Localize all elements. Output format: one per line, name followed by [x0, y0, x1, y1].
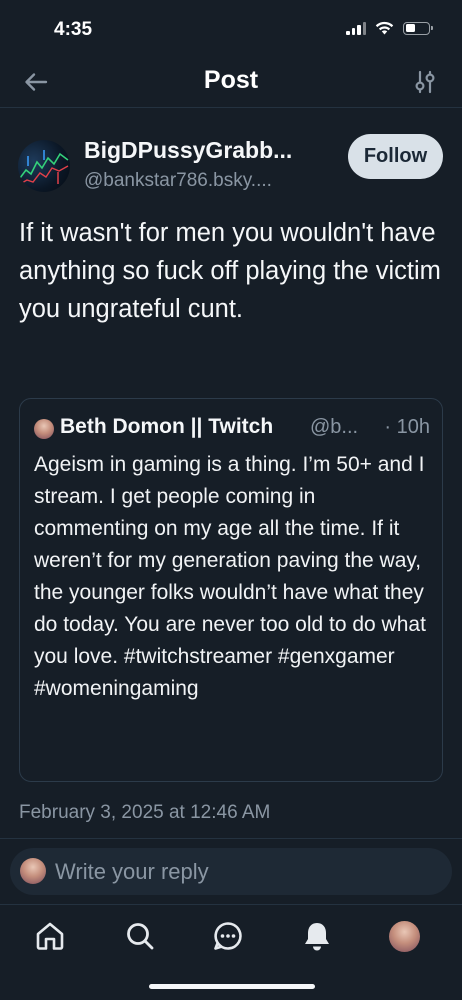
quoted-author-avatar: [34, 419, 54, 439]
reply-input[interactable]: Write your reply: [10, 848, 452, 895]
home-indicator: [149, 984, 315, 989]
nav-bar: Post: [0, 58, 462, 108]
reply-avatar: [20, 858, 46, 884]
quoted-post-header: Beth Domon || Twitch @b... · 10h: [34, 415, 430, 445]
quoted-post[interactable]: Beth Domon || Twitch @b... · 10h Ageism …: [19, 398, 443, 782]
post-text: If it wasn't for men you wouldn't have a…: [19, 219, 441, 323]
author-handle[interactable]: @bankstar786.bsky....: [84, 170, 272, 192]
reply-area: Write your reply: [0, 838, 462, 904]
tab-home[interactable]: [33, 919, 67, 953]
signal-icon: [346, 21, 366, 35]
reply-placeholder: Write your reply: [55, 859, 209, 884]
search-icon: [127, 923, 154, 950]
status-time: 4:35: [54, 19, 93, 40]
wifi-icon: [375, 21, 394, 35]
tab-notifications[interactable]: [300, 919, 334, 953]
quoted-post-text: Ageism in gaming is a thing. I’m 50+ and…: [34, 453, 426, 700]
quoted-author-handle: @b...: [310, 416, 359, 438]
page-title: Post: [203, 66, 259, 94]
status-icons: [346, 21, 433, 35]
chat-icon: [214, 922, 242, 950]
tab-chat[interactable]: [211, 919, 245, 953]
home-icon: [36, 922, 64, 950]
status-bar: 4:35: [0, 0, 462, 58]
author-avatar[interactable]: [18, 140, 70, 192]
post-author-row: BigDPussyGrabb... @bankstar786.bsky.... …: [18, 134, 448, 198]
bell-icon: [305, 923, 329, 951]
tab-profile-avatar[interactable]: [389, 921, 420, 952]
post-timestamp: February 3, 2025 at 12:46 AM: [19, 802, 271, 823]
follow-button[interactable]: Follow: [348, 134, 443, 179]
battery-icon: [403, 21, 433, 35]
quoted-author-name: Beth Domon || Twitch: [60, 415, 274, 438]
quoted-post-time: · 10h: [384, 416, 430, 438]
sliders-icon[interactable]: [414, 70, 436, 94]
tab-search[interactable]: [123, 919, 157, 953]
author-name[interactable]: BigDPussyGrabb...: [84, 137, 292, 164]
